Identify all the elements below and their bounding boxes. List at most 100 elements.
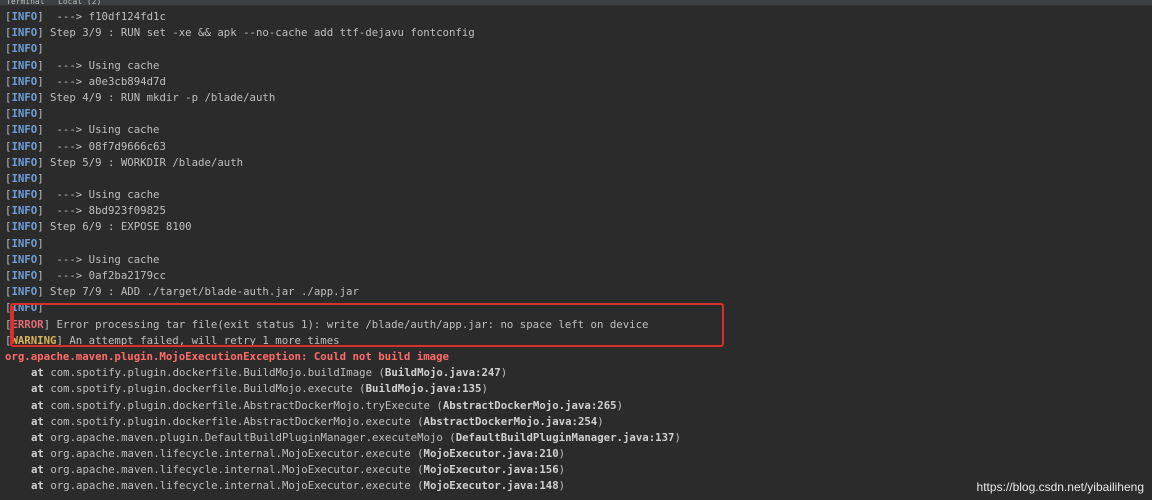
tab-local-2[interactable]: Local (2): [58, 0, 101, 5]
log-line: [INFO] ---> 0af2ba2179cc: [5, 268, 1152, 284]
log-level-tag: INFO: [11, 188, 38, 202]
stack-frame-location[interactable]: MojoExecutor.java:156: [424, 463, 559, 476]
bracket: ]: [37, 107, 44, 121]
at-keyword: at: [31, 447, 44, 461]
log-message: ---> 8bd923f09825: [43, 204, 166, 218]
log-level-tag: INFO: [11, 220, 38, 234]
watermark: https://blog.csdn.net/yibailiheng: [976, 480, 1144, 494]
log-level-tag: INFO: [11, 139, 38, 153]
terminal-tab-bar: Terminal Local (2): [0, 0, 1152, 6]
stack-frame: at org.apache.maven.plugin.DefaultBuildP…: [31, 430, 681, 444]
log-level-tag: INFO: [11, 90, 38, 104]
log-message: ---> 08f7d9666c63: [43, 139, 166, 153]
stack-frame-method: org.apache.maven.plugin.DefaultBuildPlug…: [50, 430, 443, 444]
log-line: [INFO] ---> 8bd923f09825: [5, 203, 1152, 219]
stack-frame: at com.spotify.plugin.dockerfile.BuildMo…: [31, 382, 488, 396]
stack-frame-location[interactable]: AbstractDockerMojo.java:254: [424, 415, 598, 428]
log-line: [INFO] ---> f10df124fd1c: [5, 9, 1152, 25]
log-line: [ERROR] Error processing tar file(exit s…: [5, 317, 1152, 333]
stack-frame-method: org.apache.maven.lifecycle.internal.Mojo…: [50, 463, 411, 477]
log-line: [INFO] ---> 08f7d9666c63: [5, 139, 1152, 155]
log-level-tag: INFO: [11, 107, 38, 121]
bracket: ]: [37, 236, 44, 250]
exception-message: org.apache.maven.plugin.MojoExecutionExc…: [5, 349, 449, 363]
exception-line: org.apache.maven.plugin.MojoExecutionExc…: [5, 349, 1152, 365]
stack-frame: at org.apache.maven.lifecycle.internal.M…: [31, 463, 566, 477]
log-message: Step 5/9 : WORKDIR /blade/auth: [43, 155, 244, 169]
log-line: [INFO] Step 5/9 : WORKDIR /blade/auth: [5, 155, 1152, 171]
stack-frame-location[interactable]: BuildMojo.java:135: [366, 382, 482, 395]
log-level-tag: INFO: [11, 42, 38, 56]
stack-frame-location[interactable]: BuildMojo.java:247: [385, 366, 501, 379]
log-level-tag: INFO: [11, 26, 38, 40]
log-line: [INFO]: [5, 236, 1152, 252]
log-line: [INFO]: [5, 106, 1152, 122]
at-keyword: at: [31, 463, 44, 477]
log-message: Step 3/9 : RUN set -xe && apk --no-cache…: [43, 26, 475, 40]
at-keyword: at: [31, 398, 44, 412]
log-message: ---> Using cache: [43, 188, 160, 202]
log-line: [INFO] Step 4/9 : RUN mkdir -p /blade/au…: [5, 90, 1152, 106]
log-message: An attempt failed, will retry 1 more tim…: [62, 333, 340, 347]
log-level-tag: WARNING: [11, 333, 57, 347]
stack-frame-method: com.spotify.plugin.dockerfile.AbstractDo…: [50, 398, 430, 412]
stack-frame: at com.spotify.plugin.dockerfile.BuildMo…: [31, 366, 508, 380]
log-line: [INFO] Step 7/9 : ADD ./target/blade-aut…: [5, 284, 1152, 300]
tab-terminal[interactable]: Terminal: [6, 0, 45, 5]
at-keyword: at: [31, 430, 44, 444]
log-line: [INFO] Step 6/9 : EXPOSE 8100: [5, 219, 1152, 235]
log-message: ---> Using cache: [43, 123, 160, 137]
log-line: [INFO] ---> a0e3cb894d7d: [5, 74, 1152, 90]
error-highlight-marker: [12, 306, 14, 344]
stack-frame-method: com.spotify.plugin.dockerfile.AbstractDo…: [50, 414, 411, 428]
log-line: [INFO]: [5, 41, 1152, 57]
stack-frame-location[interactable]: DefaultBuildPluginManager.java:137: [456, 431, 675, 444]
bracket: ]: [37, 301, 44, 315]
stack-frame-location[interactable]: MojoExecutor.java:210: [424, 447, 559, 460]
log-message: Step 4/9 : RUN mkdir -p /blade/auth: [43, 90, 276, 104]
log-line: [WARNING] An attempt failed, will retry …: [5, 333, 1152, 349]
stack-frame-location[interactable]: AbstractDockerMojo.java:265: [443, 399, 617, 412]
log-message: Error processing tar file(exit status 1)…: [50, 317, 649, 331]
log-level-tag: INFO: [11, 155, 38, 169]
log-message: ---> f10df124fd1c: [43, 10, 166, 23]
log-level-tag: INFO: [11, 252, 38, 266]
log-message: Step 6/9 : EXPOSE 8100: [43, 220, 192, 234]
log-line: [INFO]: [5, 171, 1152, 187]
log-message: ---> 0af2ba2179cc: [43, 269, 166, 282]
log-message: ---> Using cache: [43, 252, 160, 266]
bracket: ]: [37, 42, 44, 56]
log-line: [INFO] ---> Using cache: [5, 252, 1152, 268]
log-message: ---> Using cache: [43, 58, 160, 72]
log-level-tag: INFO: [11, 123, 38, 137]
log-line: [INFO] ---> Using cache: [5, 122, 1152, 138]
log-level-tag: INFO: [11, 285, 38, 299]
log-level-tag: ERROR: [11, 317, 44, 331]
terminal-output: [INFO] ---> f10df124fd1c [INFO] Step 3/9 …: [5, 9, 1152, 495]
log-line: [INFO] Step 3/9 : RUN set -xe && apk --n…: [5, 25, 1152, 41]
log-level-tag: INFO: [11, 269, 38, 282]
stack-frame-method: org.apache.maven.lifecycle.internal.Mojo…: [50, 479, 411, 493]
log-message: ---> a0e3cb894d7d: [43, 74, 166, 88]
log-message: Step 7/9 : ADD ./target/blade-auth.jar .…: [43, 285, 359, 299]
log-line: [INFO]: [5, 300, 1152, 316]
stack-frame-method: org.apache.maven.lifecycle.internal.Mojo…: [50, 447, 411, 461]
log-level-tag: INFO: [11, 10, 38, 23]
stack-frame: at com.spotify.plugin.dockerfile.Abstrac…: [31, 414, 604, 428]
stack-frame: at com.spotify.plugin.dockerfile.Abstrac…: [31, 398, 623, 412]
log-level-tag: INFO: [11, 74, 38, 88]
log-level-tag: INFO: [11, 301, 38, 315]
stack-frame: at org.apache.maven.lifecycle.internal.M…: [31, 447, 566, 461]
stack-frame-location[interactable]: MojoExecutor.java:148: [424, 479, 559, 492]
log-level-tag: INFO: [11, 58, 38, 72]
at-keyword: at: [31, 479, 44, 493]
at-keyword: at: [31, 366, 44, 380]
log-level-tag: INFO: [11, 171, 38, 185]
log-level-tag: INFO: [11, 204, 38, 218]
bracket: ]: [37, 171, 44, 185]
log-line: [INFO] ---> Using cache: [5, 187, 1152, 203]
log-level-tag: INFO: [11, 236, 38, 250]
stack-frame-method: com.spotify.plugin.dockerfile.BuildMojo.…: [50, 366, 373, 380]
stack-frame-method: com.spotify.plugin.dockerfile.BuildMojo.…: [50, 382, 353, 396]
log-line: [INFO] ---> Using cache: [5, 58, 1152, 74]
